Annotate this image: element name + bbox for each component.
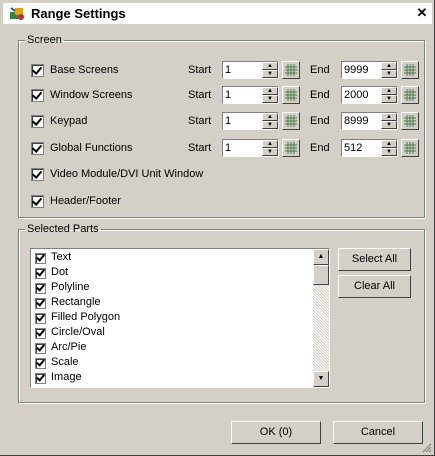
grid-icon[interactable] bbox=[282, 61, 300, 79]
list-item-checkbox[interactable] bbox=[35, 313, 46, 324]
grid-icon[interactable] bbox=[401, 139, 419, 157]
screen-legend: Screen bbox=[27, 34, 62, 46]
end-label: End bbox=[310, 89, 330, 101]
spin-arrows-icon[interactable]: ▲ ▼ bbox=[381, 87, 397, 103]
spin-arrows-icon[interactable]: ▲ ▼ bbox=[262, 113, 278, 129]
title-bar: Range Settings ✕ bbox=[3, 3, 432, 24]
spinner-value: 1 bbox=[225, 89, 232, 101]
list-item-checkbox[interactable] bbox=[35, 298, 46, 309]
resize-grip-icon[interactable] bbox=[422, 443, 432, 453]
list-item-checkbox[interactable] bbox=[35, 343, 46, 354]
keypad-checkbox[interactable] bbox=[31, 115, 44, 128]
grid-icon[interactable] bbox=[401, 112, 419, 130]
spin-arrows-icon[interactable]: ▲ ▼ bbox=[262, 140, 278, 156]
list-item-checkbox[interactable] bbox=[35, 283, 46, 294]
app-icon bbox=[10, 7, 24, 20]
spinner-value: 1 bbox=[225, 142, 232, 154]
spinner-value: 8999 bbox=[344, 115, 369, 127]
window-screens-checkbox[interactable] bbox=[31, 89, 44, 102]
spinner-value: 512 bbox=[344, 142, 363, 154]
list-item-label: Arc/Pie bbox=[51, 341, 87, 353]
start-label: Start bbox=[188, 142, 212, 154]
list-item-label: Rectangle bbox=[51, 296, 101, 308]
scroll-down-icon[interactable]: ▼ bbox=[313, 371, 329, 387]
range-settings-dialog: Range Settings ✕ Screen Base Screens Sta… bbox=[0, 0, 435, 456]
keypad-start-spinner[interactable]: 1 ▲ ▼ bbox=[222, 112, 279, 130]
grid-icon[interactable] bbox=[282, 112, 300, 130]
grid-icon[interactable] bbox=[401, 61, 419, 79]
end-label: End bbox=[310, 64, 330, 76]
header-footer-label: Header/Footer bbox=[50, 195, 121, 207]
list-item-label: Circle/Oval bbox=[51, 326, 105, 338]
base-screens-checkbox[interactable] bbox=[31, 64, 44, 77]
global-functions-start-spinner[interactable]: 1 ▲ ▼ bbox=[222, 139, 279, 157]
list-item-label: Filled Polygon bbox=[51, 311, 121, 323]
list-item-checkbox[interactable] bbox=[35, 373, 46, 384]
list-item-checkbox[interactable] bbox=[35, 253, 46, 264]
spin-arrows-icon[interactable]: ▲ ▼ bbox=[262, 87, 278, 103]
list-scrollbar[interactable]: ▲ ▼ bbox=[313, 249, 329, 387]
cancel-button[interactable]: Cancel bbox=[333, 421, 423, 444]
base-screens-end-spinner[interactable]: 9999 ▲ ▼ bbox=[341, 61, 398, 79]
window-screens-end-spinner[interactable]: 2000 ▲ ▼ bbox=[341, 86, 398, 104]
spinner-value: 2000 bbox=[344, 89, 369, 101]
dialog-title: Range Settings bbox=[31, 6, 126, 21]
spin-arrows-icon[interactable]: ▲ ▼ bbox=[381, 113, 397, 129]
close-icon[interactable]: ✕ bbox=[414, 4, 430, 22]
window-screens-label: Window Screens bbox=[50, 89, 133, 101]
base-screens-label: Base Screens bbox=[50, 64, 119, 76]
grid-icon[interactable] bbox=[282, 139, 300, 157]
start-label: Start bbox=[188, 64, 212, 76]
start-label: Start bbox=[188, 115, 212, 127]
list-item-checkbox[interactable] bbox=[35, 358, 46, 369]
list-item-label: Dot bbox=[51, 266, 69, 278]
end-label: End bbox=[310, 142, 330, 154]
end-label: End bbox=[310, 115, 330, 127]
list-item-checkbox[interactable] bbox=[35, 328, 46, 339]
spinner-value: 1 bbox=[225, 64, 232, 76]
selected-parts-list[interactable]: Text Dot Polyline Rectangle Filled Polyg… bbox=[30, 248, 330, 388]
keypad-end-spinner[interactable]: 8999 ▲ ▼ bbox=[341, 112, 398, 130]
keypad-label: Keypad bbox=[50, 115, 88, 127]
spinner-value: 1 bbox=[225, 115, 232, 127]
select-all-button[interactable]: Select All bbox=[338, 248, 411, 271]
start-label: Start bbox=[188, 89, 212, 101]
list-item-checkbox[interactable] bbox=[35, 268, 46, 279]
global-functions-end-spinner[interactable]: 512 ▲ ▼ bbox=[341, 139, 398, 157]
list-item-label: Scale bbox=[51, 356, 79, 368]
ok-button[interactable]: OK (0) bbox=[231, 421, 321, 444]
spin-arrows-icon[interactable]: ▲ ▼ bbox=[381, 140, 397, 156]
grid-icon[interactable] bbox=[282, 86, 300, 104]
spin-arrows-icon[interactable]: ▲ ▼ bbox=[381, 62, 397, 78]
spin-arrows-icon[interactable]: ▲ ▼ bbox=[262, 62, 278, 78]
base-screens-start-spinner[interactable]: 1 ▲ ▼ bbox=[222, 61, 279, 79]
clear-all-button[interactable]: Clear All bbox=[338, 275, 411, 298]
window-screens-start-spinner[interactable]: 1 ▲ ▼ bbox=[222, 86, 279, 104]
list-item-label: Text bbox=[51, 251, 72, 263]
scroll-up-icon[interactable]: ▲ bbox=[313, 249, 329, 265]
video-module-label: Video Module/DVI Unit Window bbox=[50, 168, 204, 180]
list-item-label: Polyline bbox=[51, 281, 90, 293]
scroll-thumb[interactable] bbox=[313, 265, 329, 285]
selected-parts-legend: Selected Parts bbox=[27, 223, 99, 235]
grid-icon[interactable] bbox=[401, 86, 419, 104]
header-footer-checkbox[interactable] bbox=[31, 195, 44, 208]
spinner-value: 9999 bbox=[344, 64, 369, 76]
list-item-label: Image bbox=[51, 371, 82, 383]
global-functions-label: Global Functions bbox=[50, 142, 133, 154]
video-module-checkbox[interactable] bbox=[31, 168, 44, 181]
global-functions-checkbox[interactable] bbox=[31, 142, 44, 155]
